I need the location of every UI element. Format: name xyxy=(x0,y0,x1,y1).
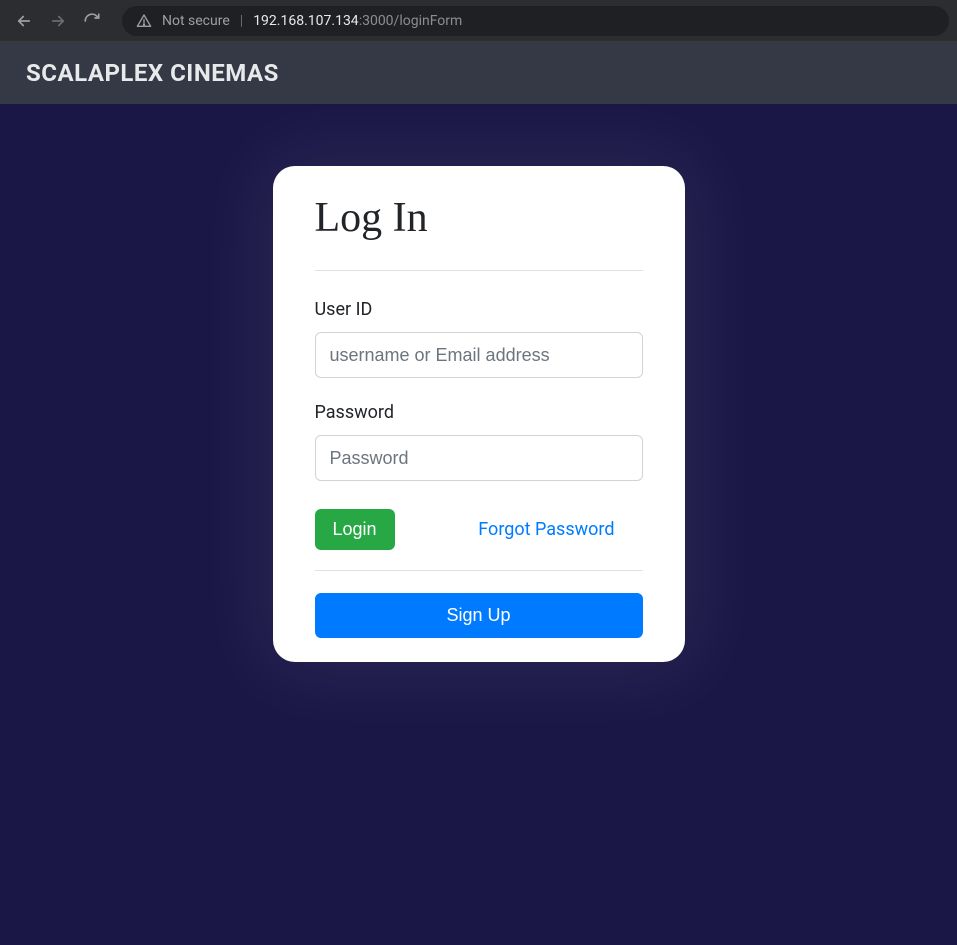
back-button[interactable] xyxy=(8,5,40,37)
not-secure-label: Not secure xyxy=(162,13,230,29)
arrow-left-icon xyxy=(15,12,33,30)
forgot-password-link[interactable]: Forgot Password xyxy=(478,516,614,543)
url-rest: :3000/loginForm xyxy=(359,13,463,29)
main-content: Log In User ID Password Login Forgot Pas… xyxy=(0,104,957,662)
reload-button[interactable] xyxy=(76,5,108,37)
browser-toolbar: Not secure | 192.168.107.134:3000/loginF… xyxy=(0,0,957,42)
not-secure-icon xyxy=(136,13,152,29)
brand-title: SCALAPLEX CINEMAS xyxy=(26,59,279,87)
user-id-label: User ID xyxy=(315,299,643,320)
signup-button[interactable]: Sign Up xyxy=(315,593,643,638)
arrow-right-icon xyxy=(49,12,67,30)
user-id-input[interactable] xyxy=(315,332,643,378)
site-header: SCALAPLEX CINEMAS xyxy=(0,42,957,104)
url-text: 192.168.107.134:3000/loginForm xyxy=(253,13,462,29)
login-title: Log In xyxy=(315,194,643,242)
address-bar[interactable]: Not secure | 192.168.107.134:3000/loginF… xyxy=(122,6,949,36)
action-row: Login Forgot Password xyxy=(315,509,643,550)
password-label: Password xyxy=(315,402,643,423)
divider-line-2 xyxy=(315,570,643,571)
login-card: Log In User ID Password Login Forgot Pas… xyxy=(273,166,685,662)
address-divider: | xyxy=(240,13,243,29)
forward-button[interactable] xyxy=(42,5,74,37)
password-input[interactable] xyxy=(315,435,643,481)
divider-line xyxy=(315,270,643,271)
url-host: 192.168.107.134 xyxy=(253,13,359,29)
login-button[interactable]: Login xyxy=(315,509,395,550)
reload-icon xyxy=(83,12,101,30)
